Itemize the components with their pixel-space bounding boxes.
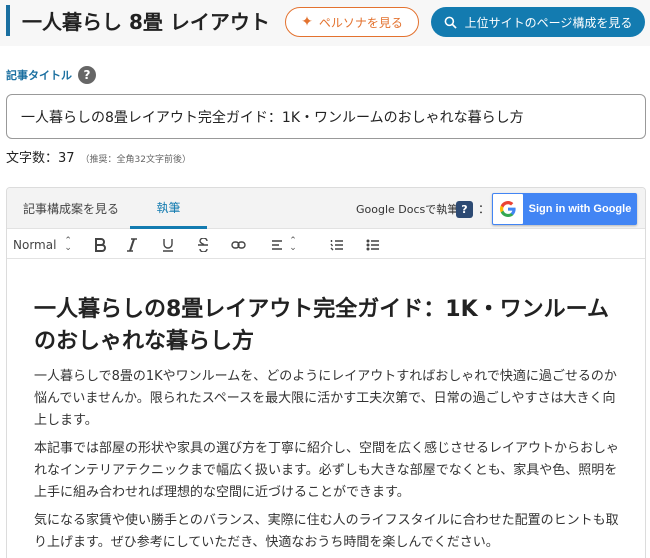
persona-button[interactable]: ✦ ペルソナを見る bbox=[285, 7, 419, 37]
google-docs-colon: ： bbox=[478, 202, 491, 216]
ordered-list-icon[interactable] bbox=[328, 235, 346, 255]
article-editor: 記事構成案を見る 執筆 Google Docsで執筆 ? ： Sign in w… bbox=[6, 187, 646, 558]
underline-icon[interactable] bbox=[159, 235, 177, 255]
article-paragraph: 本記事では部屋の形状や家具の選び方を丁寧に紹介し、空間を広く感じさせるレイアウト… bbox=[34, 441, 620, 500]
align-icon bbox=[272, 240, 283, 250]
google-signin-button[interactable]: Sign in with Google bbox=[492, 193, 637, 225]
align-select[interactable]: ⌃ ⌄ bbox=[269, 235, 299, 255]
top-sites-button[interactable]: 上位サイトのページ構成を見る bbox=[431, 7, 645, 37]
char-count: 文字数：37 （推奨：全角32文字前後） bbox=[6, 147, 191, 166]
strikethrough-icon[interactable] bbox=[194, 235, 212, 255]
google-signin-label: Sign in with Google bbox=[528, 203, 632, 215]
tab-outline[interactable]: 記事構成案を見る bbox=[15, 188, 127, 229]
bullet-list-icon[interactable] bbox=[364, 235, 382, 255]
keyword-title: 一人暮らし 8畳 レイアウト bbox=[22, 10, 270, 34]
char-count-hint: （推奨：全角32文字前後） bbox=[80, 155, 191, 165]
google-docs-label: Google Docsで執筆 bbox=[356, 203, 459, 216]
article-paragraph: 一人暮らしで8畳の1Kやワンルームを、どのようにレイアウトすればおしゃれで快適に… bbox=[34, 369, 617, 428]
editor-tabbar: 記事構成案を見る 執筆 Google Docsで執筆 ? ： Sign in w… bbox=[7, 188, 645, 229]
chevron-updown-icon: ⌃ ⌄ bbox=[64, 236, 72, 253]
google-logo-icon bbox=[493, 194, 523, 224]
search-icon bbox=[444, 16, 457, 29]
help-icon[interactable]: ? bbox=[78, 66, 96, 84]
top-sites-button-label: 上位サイトのページ構成を見る bbox=[464, 15, 633, 30]
editor-content[interactable]: 一人暮らしの8畳レイアウト完全ガイド：1K・ワンルームのおしゃれな暮らし方 一人… bbox=[7, 260, 645, 554]
sparkle-icon: ✦ bbox=[301, 14, 313, 30]
title-label-row: 記事タイトル ? bbox=[6, 66, 96, 84]
header-accent-bar bbox=[6, 5, 10, 36]
format-select-value: Normal bbox=[13, 238, 57, 252]
char-count-value: 文字数：37 bbox=[6, 151, 75, 166]
page-header: 一人暮らし 8畳 レイアウト ✦ ペルソナを見る 上位サイトのページ構成を見る bbox=[0, 0, 650, 46]
article-heading: 一人暮らしの8畳レイアウト完全ガイド：1K・ワンルームのおしゃれな暮らし方 bbox=[34, 297, 610, 354]
editor-toolbar: Normal ⌃ ⌄ ⌃ ⌄ bbox=[7, 230, 645, 259]
format-select[interactable]: Normal ⌃ ⌄ bbox=[13, 235, 72, 255]
link-icon[interactable] bbox=[229, 235, 247, 255]
google-docs-help-icon[interactable]: ? bbox=[456, 201, 473, 218]
article-title-input[interactable]: 一人暮らしの8畳レイアウト完全ガイド：1K・ワンルームのおしゃれな暮らし方 bbox=[6, 94, 646, 139]
tab-write[interactable]: 執筆 bbox=[130, 188, 207, 229]
article-title-label: 記事タイトル bbox=[6, 69, 72, 82]
persona-button-label: ペルソナを見る bbox=[318, 15, 403, 30]
bold-icon[interactable] bbox=[91, 235, 109, 255]
italic-icon[interactable] bbox=[123, 235, 141, 255]
chevron-updown-icon: ⌃ ⌄ bbox=[289, 236, 297, 253]
article-paragraph: 気になる家賃や使い勝手とのバランス、実際に住む人のライフスタイルに合わせた配置の… bbox=[34, 513, 619, 550]
